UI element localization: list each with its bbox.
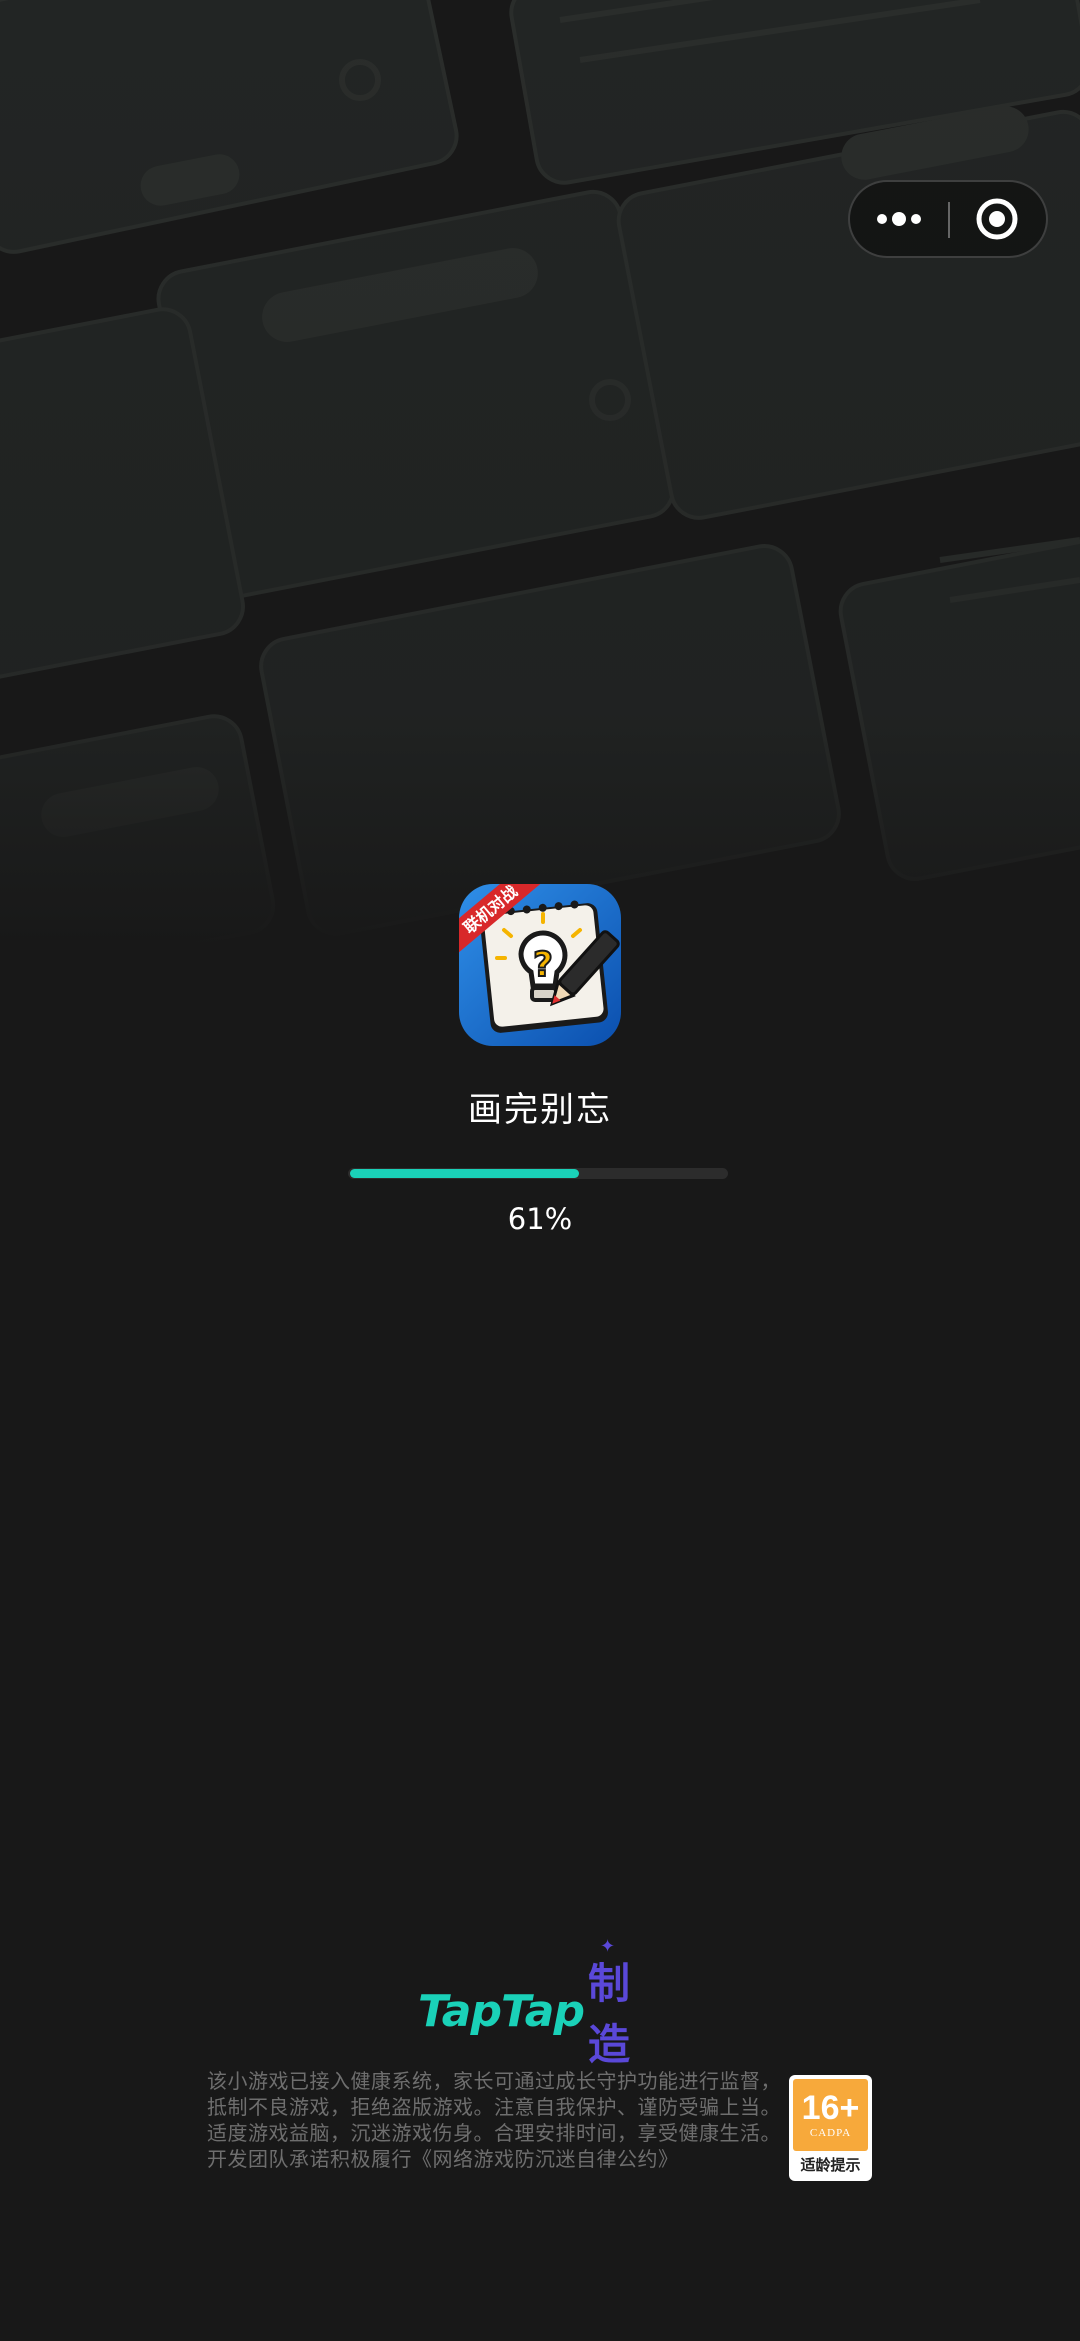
background-illustration [0,0,1080,950]
mini-program-capsule [848,180,1048,258]
app-icon: ? 联机对战 [459,884,621,1046]
age-rating-number: 16+ [801,2089,860,2127]
loading-progress-bar [348,1168,728,1179]
loading-screen: ? 联机对战 画完别忘 61% TapTap ✦ 制造 该小游戏已接入健康系统，… [0,0,1080,2341]
notice-line: 开发团队承诺积极履行《网络游戏防沉迷自律公约》 [207,2147,679,2171]
taptap-logo: TapTap ✦ 制造 [418,1936,668,2069]
age-rating-plate: 16+ CADPA [793,2079,868,2151]
taptap-wordmark: TapTap [418,1985,585,2037]
health-notice: 该小游戏已接入健康系统，家长可通过成长守护功能进行监督， 抵制不良游戏，拒绝盗版… [207,2068,781,2172]
notice-line: 适度游戏益脑，沉迷游戏伤身。合理安排时间，享受健康生活。 [207,2121,781,2145]
taptap-suffix-text: 制造 [587,1959,630,2069]
target-circle-icon [976,198,1018,240]
notice-line: 抵制不良游戏，拒绝盗版游戏。注意自我保护、谨防受骗上当。 [207,2095,781,2119]
svg-text:?: ? [533,945,553,985]
age-rating-org: CADPA [809,2127,852,2139]
taptap-made-label: ✦ 制造 [587,1936,630,2069]
more-menu-button[interactable] [850,182,948,256]
app-name: 画完别忘 [468,1090,612,1130]
age-rating-label: 适龄提示 [800,2156,861,2174]
more-dots-icon [877,212,921,226]
loading-progress-text: 61% [507,1202,573,1236]
notice-line: 该小游戏已接入健康系统，家长可通过成长守护功能进行监督， [207,2069,781,2093]
close-mini-program-button[interactable] [948,182,1046,256]
loading-progress-fill [350,1169,579,1178]
age-rating-badge[interactable]: 16+ CADPA 适龄提示 [789,2075,872,2181]
